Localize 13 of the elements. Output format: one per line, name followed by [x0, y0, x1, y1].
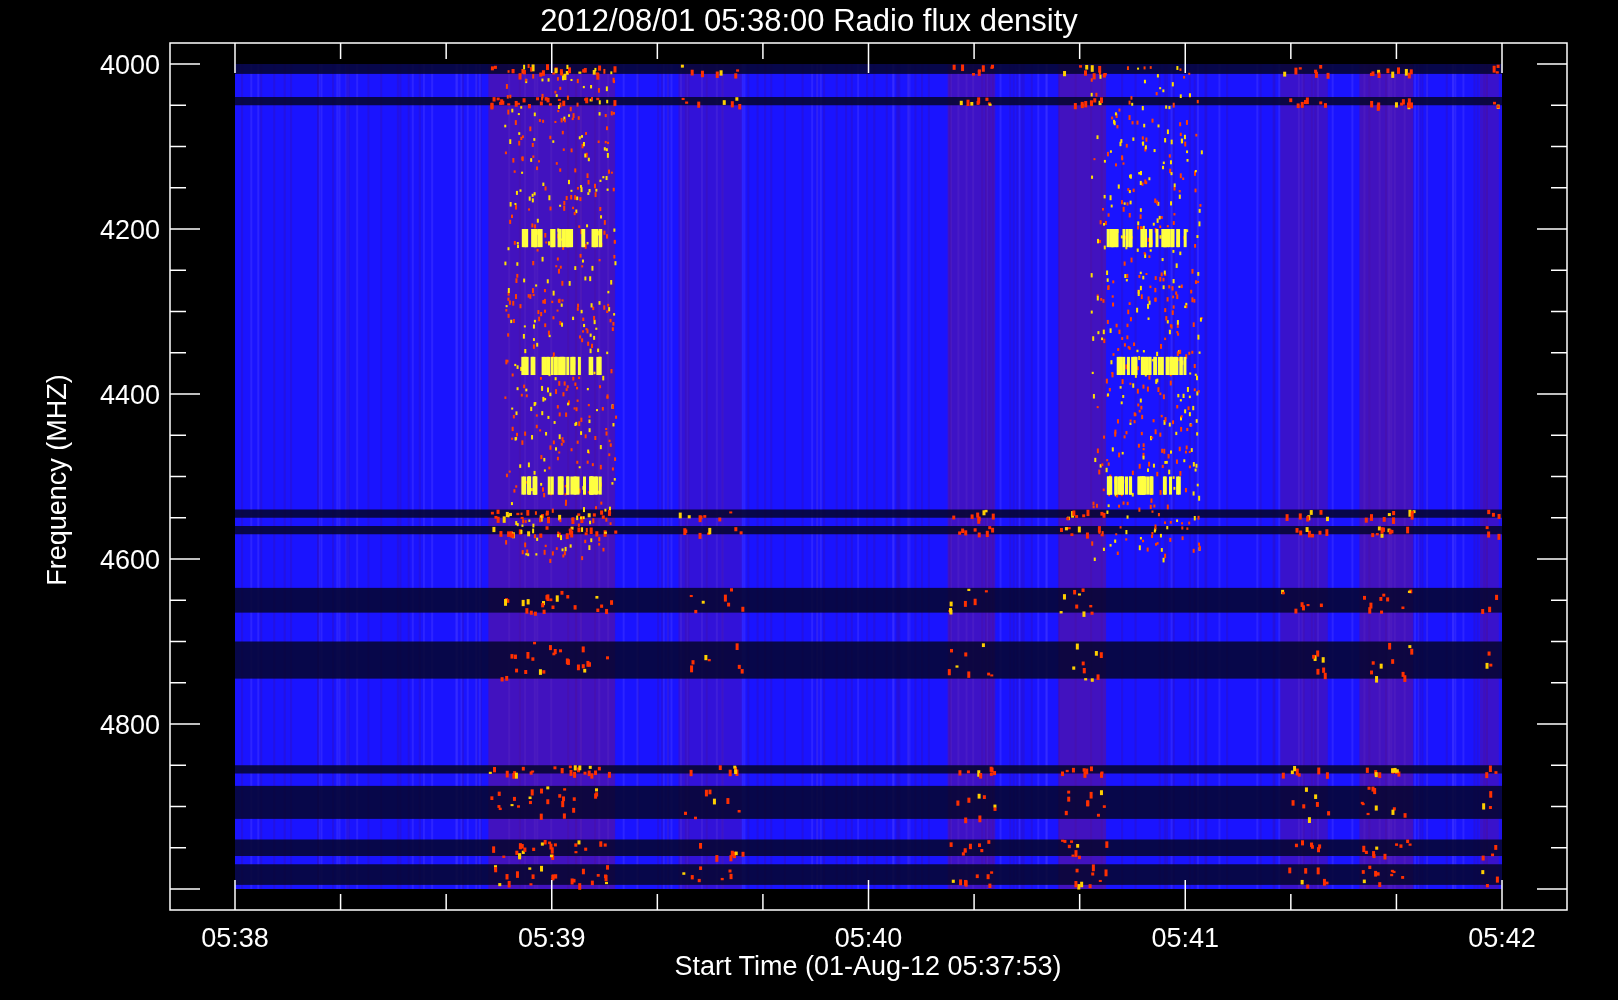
y-tick-label: 4800 — [99, 710, 160, 740]
y-tick-label: 4600 — [99, 545, 160, 575]
y-tick-label: 4000 — [99, 50, 160, 80]
x-tick-label: 05:39 — [517, 923, 586, 953]
chart-title: 2012/08/01 05:38:00 Radio flux density — [540, 3, 1078, 38]
y-tick-label: 4200 — [99, 215, 160, 245]
y-axis-title: Frequency (MHZ) — [42, 374, 72, 586]
x-tick-label: 05:41 — [1151, 923, 1220, 953]
x-tick-label: 05:40 — [834, 923, 903, 953]
y-tick-label: 4400 — [99, 380, 160, 410]
x-axis-title: Start Time (01-Aug-12 05:37:53) — [674, 951, 1062, 981]
x-tick-label: 05:42 — [1468, 923, 1536, 953]
x-tick-label: 05:38 — [201, 923, 269, 953]
